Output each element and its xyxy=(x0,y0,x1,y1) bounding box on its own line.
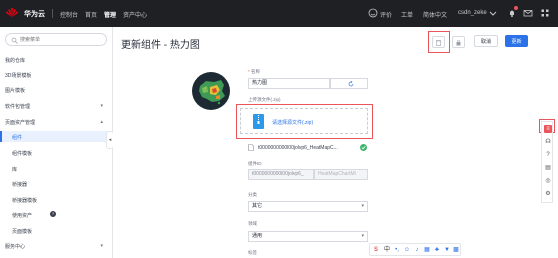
sidebar-item-component[interactable]: 组件 xyxy=(0,131,112,142)
lock-button[interactable] xyxy=(452,36,465,48)
sidebar-item-my-repo[interactable]: 我的仓库 xyxy=(0,54,112,65)
emoji-icon[interactable]: ☺ xyxy=(403,246,411,254)
component-thumbnail xyxy=(192,72,230,110)
ticket-link[interactable]: 工单 xyxy=(401,10,413,19)
file-icon xyxy=(248,144,254,151)
sidebar-item-page-template[interactable]: 页面模板 xyxy=(0,225,112,236)
tags-label: 标签 xyxy=(248,250,257,255)
huawei-logo-icon[interactable] xyxy=(5,8,19,18)
component-id-input: t0000000000l00jolvp6_ xyxy=(248,169,314,180)
component-id-suffix: HeatMapChartMi xyxy=(314,169,368,180)
search-input[interactable] xyxy=(20,36,100,44)
category-select[interactable]: 其它 ▾ xyxy=(248,201,368,212)
document-icon[interactable]: ▤ xyxy=(544,164,552,172)
sidebar-search[interactable] xyxy=(5,33,107,46)
chinese-mode-icon[interactable]: 中 xyxy=(383,246,391,254)
sidebar-item-bridge[interactable]: 桥接器 xyxy=(0,178,112,189)
nav-console[interactable]: 控制台 xyxy=(60,10,78,19)
chevron-down-icon: ▾ xyxy=(361,203,364,209)
sidebar-item-library[interactable]: 库 xyxy=(0,163,112,174)
keyboard-icon[interactable]: ▦ xyxy=(423,246,431,254)
brand-name[interactable]: 华为云 xyxy=(24,9,45,19)
sidebar-item-bridge-template[interactable]: 桥接器模板 xyxy=(0,194,112,205)
sidebar: 我的仓库 3D场景模板 图片模板 软件包管理▾ 页面资产管理▴ 组件 组件模板 … xyxy=(0,27,114,258)
help-icon[interactable]: ? xyxy=(50,211,56,217)
refresh-icon xyxy=(348,80,353,86)
upload-prompt[interactable]: 请选择源文件(.zip) xyxy=(272,119,313,126)
target-icon[interactable]: ◎ xyxy=(544,177,552,185)
refresh-button[interactable] xyxy=(330,78,368,89)
name-input[interactable]: 热力图 xyxy=(248,78,330,89)
ime-toolbar: S 中 •, ☺ ♪ ▦ ♣ ▼ ▩ xyxy=(369,243,461,256)
sidebar-item-package[interactable]: 软件包管理 ▾ xyxy=(0,100,112,111)
chevron-down-icon: ▾ xyxy=(100,103,103,109)
headset-icon[interactable]: ☊ xyxy=(544,138,552,146)
name-label: * 名称 xyxy=(248,69,261,74)
main-content: 更新组件 - 热力图 取消 更新 * 名称 热力图 上传源文件(.zip) 请选… xyxy=(113,27,541,258)
sidebar-item-component-template[interactable]: 组件模板 xyxy=(0,147,112,158)
cancel-button[interactable]: 取消 xyxy=(474,35,498,47)
chevron-down-icon[interactable] xyxy=(488,8,498,18)
menu-icon[interactable]: ≡ xyxy=(544,125,552,133)
uploaded-file-name: t0000000000l00jolvp6_HeatMapC... xyxy=(258,145,338,151)
upload-label: 上传源文件(.zip) xyxy=(248,97,281,102)
zip-file-icon xyxy=(253,114,264,129)
sidebar-item-page-assets[interactable]: 页面资产管理 ▴ xyxy=(0,116,112,127)
success-check-icon xyxy=(360,144,367,151)
chevron-up-icon: ▴ xyxy=(100,119,103,125)
notification-badge xyxy=(514,6,518,10)
feedback-link[interactable]: 评价 xyxy=(380,10,392,19)
nav-asset-center[interactable]: 资产中心 xyxy=(123,10,147,19)
component-id-label: 组件ID xyxy=(248,161,262,166)
trash-icon xyxy=(436,40,441,46)
search-icon xyxy=(11,37,18,44)
domain-select[interactable]: 通用 ▾ xyxy=(248,231,368,242)
lock-icon xyxy=(456,39,461,46)
domain-label: 领域 xyxy=(248,221,257,226)
delete-button[interactable] xyxy=(432,36,445,48)
sidebar-item-3d-scene[interactable]: 3D场景模板 xyxy=(0,69,112,80)
chevron-down-icon: ▾ xyxy=(100,243,103,249)
sidebar-item-service-center[interactable]: 服务中心 ▾ xyxy=(0,240,112,251)
page-title: 更新组件 - 热力图 xyxy=(121,40,200,51)
punctuation-icon[interactable]: •, xyxy=(393,246,401,254)
category-label: 分类 xyxy=(248,192,257,197)
nav-home[interactable]: 首页 xyxy=(85,10,97,19)
sidebar-item-used-assets[interactable]: 使用资产? xyxy=(0,209,112,220)
gear-icon[interactable]: ⚙ xyxy=(544,190,552,198)
toolbox-icon[interactable]: ▩ xyxy=(452,246,460,254)
smile-icon xyxy=(368,8,378,18)
nav-manage[interactable]: 管理 xyxy=(104,10,116,19)
sogou-logo-icon[interactable]: S xyxy=(372,246,380,254)
help-icon[interactable]: ? xyxy=(544,151,552,159)
skin-icon[interactable]: ♣ xyxy=(433,246,441,254)
microphone-icon[interactable]: ♪ xyxy=(413,246,421,254)
user-name[interactable]: csdn_zeke xyxy=(458,10,487,16)
sidebar-item-image-template[interactable]: 图片模板 xyxy=(0,84,112,95)
language-switch[interactable]: 简体中文 xyxy=(423,10,447,19)
shirt-icon[interactable]: ▼ xyxy=(443,246,451,254)
upload-dropzone[interactable]: 请选择源文件(.zip) xyxy=(240,108,368,134)
update-button[interactable]: 更新 xyxy=(505,35,528,47)
mail-icon[interactable] xyxy=(523,8,533,18)
grid-menu-icon[interactable] xyxy=(540,8,550,18)
divider xyxy=(52,9,53,18)
chevron-down-icon: ▾ xyxy=(361,233,364,239)
floating-toolbar: ≡ ☊ ? ▤ ◎ ⚙ xyxy=(541,121,553,203)
top-navigation-bar: 华为云 控制台 首页 管理 资产中心 评价 工单 简体中文 csdn_zeke xyxy=(0,0,558,27)
china-heatmap-image xyxy=(199,80,225,105)
